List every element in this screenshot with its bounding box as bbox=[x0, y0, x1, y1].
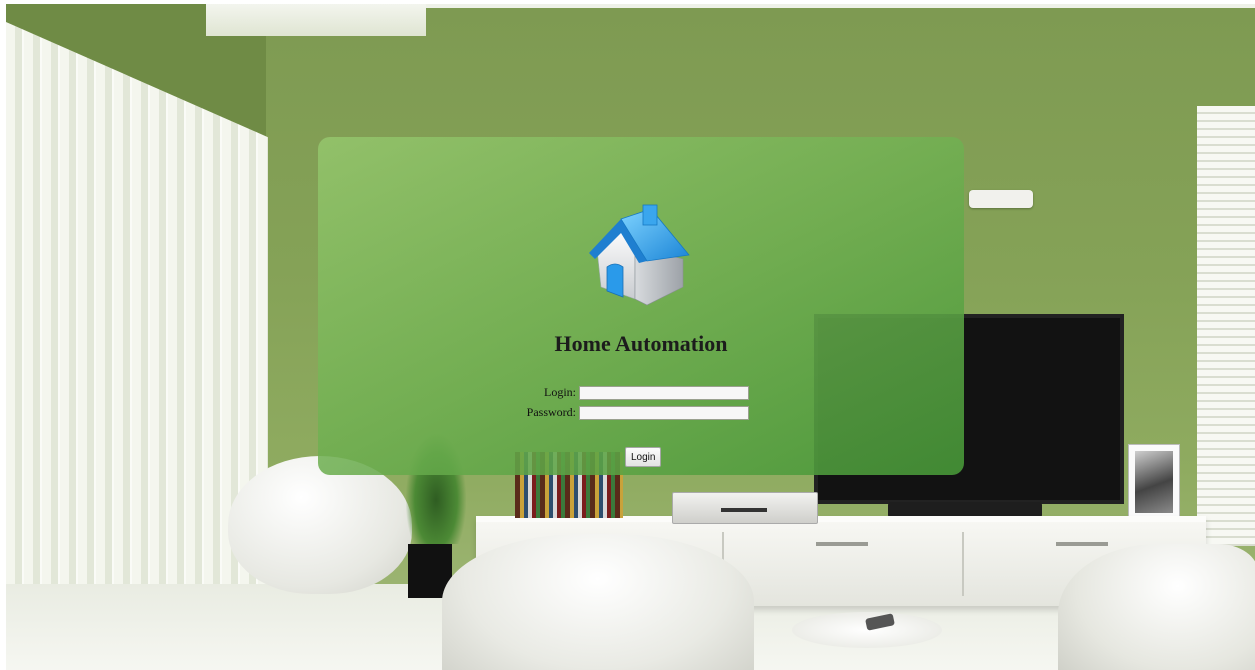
ceiling-edge bbox=[426, 4, 1255, 8]
login-label: Login: bbox=[544, 385, 576, 399]
ceiling-molding bbox=[206, 4, 426, 36]
house-icon bbox=[589, 204, 690, 306]
pouf-seat bbox=[228, 456, 412, 594]
password-input[interactable] bbox=[579, 406, 749, 420]
login-panel: Home Automation Login: Password: Login bbox=[318, 137, 964, 475]
photo-frame bbox=[1128, 444, 1180, 520]
page-title: Home Automation bbox=[554, 331, 728, 356]
armchair-front bbox=[442, 534, 754, 670]
coffee-table bbox=[792, 612, 942, 648]
password-label: Password: bbox=[526, 405, 576, 419]
login-input[interactable] bbox=[579, 386, 749, 400]
dvd-player bbox=[672, 492, 818, 524]
air-conditioner bbox=[969, 190, 1033, 208]
login-button[interactable]: Login bbox=[625, 447, 662, 467]
window-shutter bbox=[1197, 106, 1255, 546]
armchair-right bbox=[1058, 544, 1255, 670]
